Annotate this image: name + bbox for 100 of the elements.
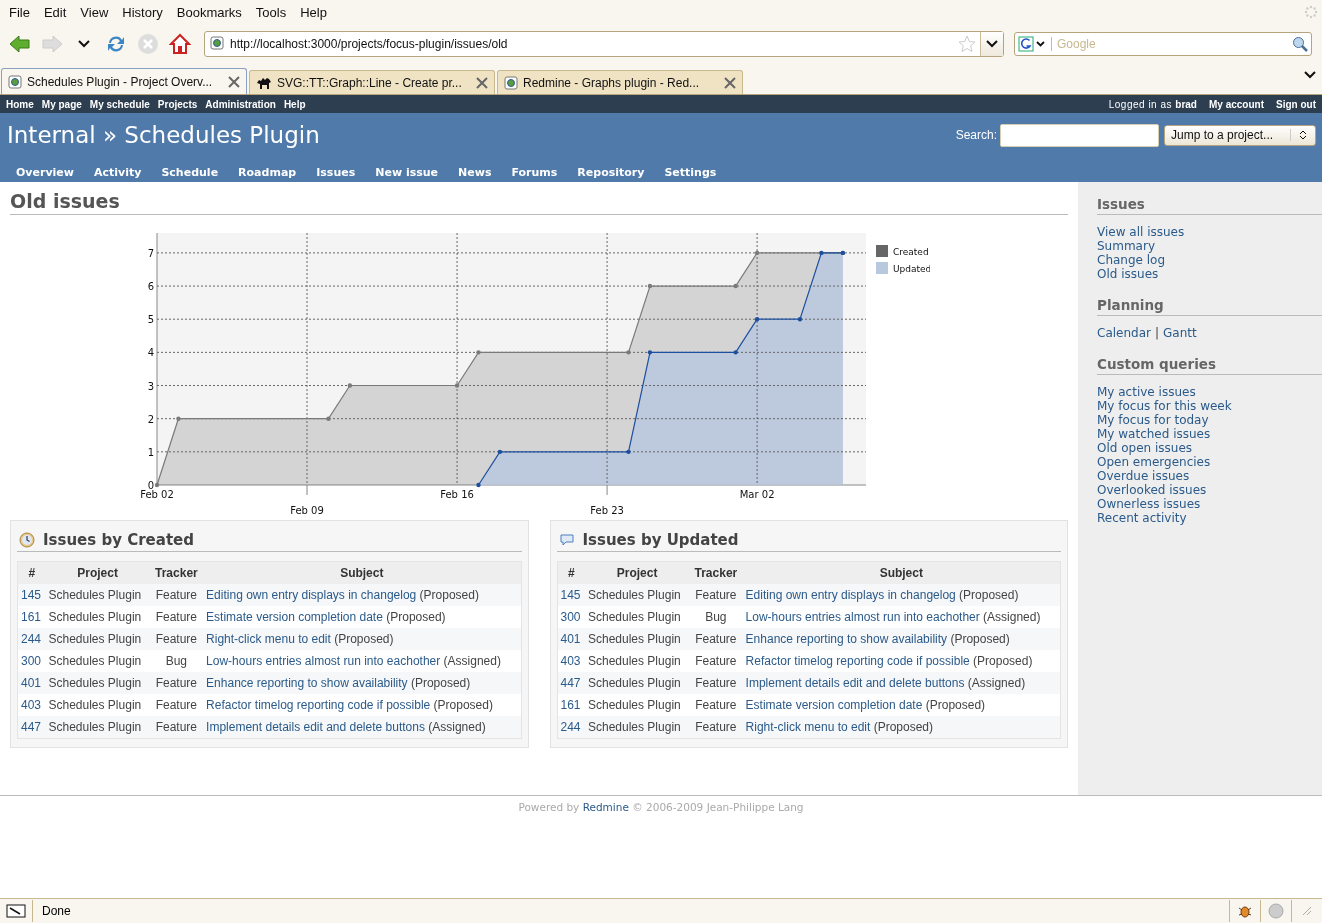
dropdown-icon[interactable] (986, 40, 998, 48)
panel-title: Issues by Updated (582, 531, 739, 549)
main-menu-tab[interactable]: Repository (567, 166, 655, 179)
address-bar[interactable]: http://localhost:3000/projects/focus-plugin/issues/old (204, 31, 1004, 57)
sidebar-heading: Planning (1097, 297, 1322, 316)
project-cell: Schedules Plugin (45, 628, 150, 650)
close-icon[interactable] (724, 76, 736, 89)
issue-subject-link[interactable]: Right-click menu to edit (745, 720, 871, 734)
project-cell: Schedules Plugin (585, 628, 690, 650)
issue-subject-link[interactable]: Low-hours entries almost run into eachother (745, 610, 980, 624)
tab-list-icon[interactable] (1304, 71, 1316, 79)
top-menu-link[interactable]: Projects (157, 98, 198, 110)
redmine-link[interactable]: Redmine (582, 801, 629, 813)
search-engine-icon[interactable] (1018, 36, 1048, 52)
issue-number-link[interactable]: 447 (21, 720, 42, 734)
top-menu-link[interactable]: Administration (205, 98, 276, 110)
issue-number-link[interactable]: 401 (21, 676, 42, 690)
main-menu-tab[interactable]: Activity (84, 166, 152, 179)
sidebar-link[interactable]: My focus for today (1097, 413, 1322, 427)
sidebar-link[interactable]: Open emergencies (1097, 455, 1322, 469)
menu-item[interactable]: Tools (248, 5, 294, 20)
tracker-cell: Feature (689, 584, 743, 606)
tracker-cell: Feature (149, 584, 204, 606)
sidebar-link[interactable]: Old open issues (1097, 441, 1322, 455)
main-menu-tab[interactable]: Settings (654, 166, 727, 179)
menu-item[interactable]: View (73, 5, 116, 20)
sidebar-link[interactable]: Summary (1097, 239, 1322, 253)
main-menu-tab[interactable]: Schedule (151, 166, 229, 179)
main-menu-tab[interactable]: Issues (306, 166, 366, 179)
project-search-field[interactable] (1000, 123, 1159, 147)
menu-item[interactable]: Bookmarks (169, 5, 249, 20)
panel-title: Issues by Created (43, 531, 194, 549)
sidebar-link[interactable]: My active issues (1097, 385, 1322, 399)
issue-subject-link[interactable]: Refactor timelog reporting code if possible (745, 654, 970, 668)
close-icon[interactable] (476, 76, 488, 89)
page-heading: Old issues (10, 190, 1068, 215)
account-menu-link[interactable]: My account (1209, 98, 1264, 110)
browser-tab[interactable]: Schedules Plugin - Project Overv... (1, 68, 247, 94)
top-menu-link[interactable]: My schedule (89, 98, 150, 110)
search-icon[interactable] (1292, 36, 1308, 52)
browser-tab[interactable]: SVG::TT::Graph::Line - Create pr... (249, 70, 495, 94)
account-menu-link[interactable]: Sign out (1276, 98, 1316, 110)
top-menu-link[interactable]: Home (6, 98, 34, 110)
project-cell: Schedules Plugin (45, 606, 150, 628)
main-menu-tab[interactable]: Forums (501, 166, 568, 179)
menu-item[interactable]: Edit (36, 5, 74, 20)
issue-status: (Proposed) (959, 588, 1019, 602)
top-menu-link[interactable]: My page (41, 98, 82, 110)
tracker-cell: Feature (149, 694, 204, 716)
issue-subject-link[interactable]: Editing own entry displays in changelog (745, 588, 956, 602)
main-menu-tab[interactable]: New issue (365, 166, 449, 179)
issue-status: (Assigned) (983, 610, 1041, 624)
main-menu-tab[interactable]: Roadmap (228, 166, 307, 179)
issue-number-link[interactable]: 145 (21, 588, 42, 602)
issue-subject-link[interactable]: Enhance reporting to show availability (206, 676, 408, 690)
issue-subject-link[interactable]: Estimate version completion date (206, 610, 383, 624)
close-icon[interactable] (228, 75, 240, 88)
menu-item[interactable]: History (115, 5, 170, 20)
issue-number-link[interactable]: 401 (560, 632, 581, 646)
issue-number-link[interactable]: 145 (560, 588, 581, 602)
sidebar-link[interactable]: Recent activity (1097, 511, 1322, 525)
issue-subject-link[interactable]: Implement details edit and delete buttons (745, 676, 965, 690)
issue-subject-link[interactable]: Refactor timelog reporting code if possible (206, 698, 431, 712)
sidebar-link[interactable]: Calendar (1097, 326, 1151, 340)
top-menu-link[interactable]: Help (283, 98, 306, 110)
main-menu-tab[interactable]: News (448, 166, 502, 179)
bookmark-star-icon[interactable] (958, 35, 976, 53)
sidebar-link[interactable]: View all issues (1097, 225, 1322, 239)
sidebar-link[interactable]: Overlooked issues (1097, 483, 1322, 497)
issue-subject-link[interactable]: Enhance reporting to show availability (745, 632, 948, 646)
sidebar-heading: Custom queries (1097, 356, 1322, 375)
menu-item[interactable]: Help (293, 5, 334, 20)
issue-subject-link[interactable]: Editing own entry displays in changelog (206, 588, 417, 602)
issue-number-link[interactable]: 244 (21, 632, 42, 646)
sidebar-link[interactable]: My watched issues (1097, 427, 1322, 441)
tracker-cell: Feature (689, 672, 743, 694)
caret-icon[interactable] (78, 40, 90, 48)
sidebar-link[interactable]: My focus for this week (1097, 399, 1322, 413)
sidebar-link[interactable]: Change log (1097, 253, 1322, 267)
y-tick-label: 0 (147, 480, 154, 491)
x-tick-label: Feb 09 (290, 505, 324, 515)
issue-number-link[interactable]: 244 (560, 720, 581, 734)
issue-number-link[interactable]: 447 (560, 676, 581, 690)
sidebar-link[interactable]: Gantt (1163, 326, 1197, 340)
sidebar-link[interactable]: Old issues (1097, 267, 1322, 281)
issue-subject-link[interactable]: Low-hours entries almost run into eachother (206, 654, 441, 668)
issue-status: (Proposed) (950, 632, 1010, 646)
issue-subject-link[interactable]: Right-click menu to edit (206, 632, 331, 646)
tracker-cell: Feature (149, 606, 204, 628)
issue-subject-link[interactable]: Implement details edit and delete buttons (206, 720, 425, 734)
tracker-cell: Feature (149, 716, 204, 739)
sidebar-link[interactable]: Overdue issues (1097, 469, 1322, 483)
sidebar-link[interactable]: Ownerless issues (1097, 497, 1322, 511)
issue-subject-link[interactable]: Estimate version completion date (745, 698, 923, 712)
y-tick-label: 1 (147, 446, 154, 458)
browser-tab[interactable]: Redmine - Graphs plugin - Red... (497, 70, 743, 94)
menu-item[interactable]: File (2, 5, 37, 20)
tracker-cell: Bug (689, 606, 743, 628)
jump-to-project-select[interactable]: Jump to a project... (1164, 124, 1316, 146)
main-menu-tab[interactable]: Overview (6, 166, 84, 179)
